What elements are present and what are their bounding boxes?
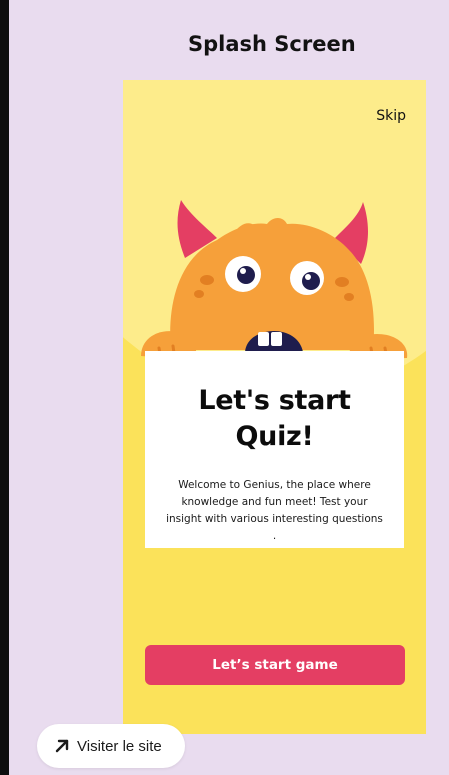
- intro-card: Let's start Quiz! Welcome to Genius, the…: [145, 351, 404, 548]
- page: Splash Screen Skip Let's start Quiz! Wel…: [0, 0, 449, 775]
- page-title: Splash Screen: [188, 32, 356, 56]
- start-game-button[interactable]: Let’s start game: [145, 645, 405, 685]
- card-heading-line2: Quiz!: [235, 421, 314, 452]
- card-description: Welcome to Genius, the place where knowl…: [166, 479, 383, 542]
- left-edge-strip: [0, 0, 9, 775]
- arrow-up-right-icon: [55, 739, 69, 753]
- card-heading: Let's start Quiz!: [145, 351, 404, 455]
- skip-button[interactable]: Skip: [376, 108, 406, 124]
- card-heading-line1: Let's start: [198, 385, 351, 416]
- phone-frame: Skip Let's start Quiz! Welcome to Genius…: [123, 80, 426, 734]
- monster-mascot: [141, 200, 408, 362]
- visit-site-button[interactable]: Visiter le site: [37, 724, 185, 768]
- visit-site-label: Visiter le site: [77, 737, 162, 755]
